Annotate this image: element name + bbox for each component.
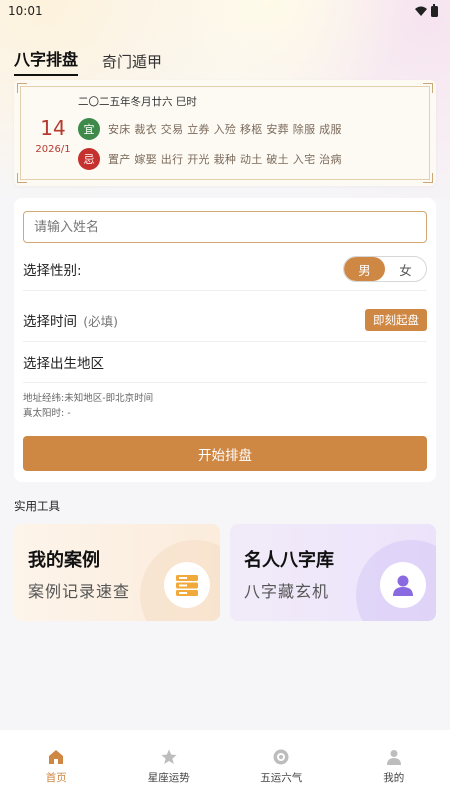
my-cases-card[interactable]: 我的案例 案例记录速查 bbox=[14, 524, 220, 621]
divider bbox=[23, 341, 427, 342]
almanac-card[interactable]: 14 2026/1 二〇二五年冬月廿六 巳时 宜 安床 裁衣 交易 立券 入殓 … bbox=[14, 80, 436, 186]
divider bbox=[23, 290, 427, 291]
nav-label: 五运六气 bbox=[260, 772, 303, 784]
gender-label: 选择性别: bbox=[23, 263, 82, 279]
tool-title: 名人八字库 bbox=[244, 550, 334, 571]
status-icons bbox=[415, 3, 438, 17]
yi-row: 宜 安床 裁衣 交易 立券 入殓 移柩 安葬 除服 成服 bbox=[78, 118, 342, 140]
name-input[interactable] bbox=[23, 211, 427, 243]
gender-row: 选择性别: 男 女 bbox=[23, 254, 427, 284]
date-year-month: 2026/1 bbox=[35, 144, 71, 155]
place-label: 选择出生地区 bbox=[23, 356, 104, 372]
date-block: 14 2026/1 bbox=[28, 116, 78, 155]
ji-row: 忌 置产 嫁娶 出行 开光 栽种 动土 破土 入宅 治病 bbox=[78, 148, 342, 170]
ji-badge: 忌 bbox=[78, 148, 100, 170]
bottom-nav: 首页 星座运势 五运六气 我的 bbox=[0, 730, 450, 800]
corner-ornament bbox=[423, 83, 433, 93]
gender-male-option[interactable]: 男 bbox=[344, 257, 385, 281]
nav-label: 我的 bbox=[383, 772, 405, 784]
corner-ornament bbox=[17, 83, 27, 93]
corner-ornament bbox=[423, 173, 433, 183]
time-row[interactable]: 选择时间 (必填) 即刻起盘 bbox=[23, 304, 427, 336]
divider bbox=[23, 382, 427, 383]
tool-title: 我的案例 bbox=[28, 550, 100, 571]
cycle-icon bbox=[273, 749, 289, 765]
ji-text: 置产 嫁娶 出行 开光 栽种 动土 破土 入宅 治病 bbox=[108, 153, 342, 166]
tool-subtitle: 案例记录速查 bbox=[28, 582, 131, 601]
user-icon bbox=[386, 750, 401, 765]
status-bar: 10:01 bbox=[0, 0, 450, 22]
tab-qimen[interactable]: 奇门遁甲 bbox=[102, 51, 162, 76]
nav-label: 首页 bbox=[45, 772, 67, 784]
nav-wuyun[interactable]: 五运六气 bbox=[225, 730, 338, 800]
yi-text: 安床 裁衣 交易 立券 入殓 移柩 安葬 除服 成服 bbox=[108, 123, 342, 136]
bazi-form-card: 选择性别: 男 女 选择时间 (必填) 即刻起盘 选择出生地区 地址经纬:未知地… bbox=[14, 198, 436, 482]
corner-ornament bbox=[17, 173, 27, 183]
top-tabs: 八字排盘 奇门遁甲 bbox=[14, 46, 162, 76]
star-icon bbox=[161, 749, 177, 764]
time-label: 选择时间 bbox=[23, 314, 77, 330]
instant-chart-button[interactable]: 即刻起盘 bbox=[365, 309, 427, 331]
server-stack-icon bbox=[164, 562, 210, 608]
time-required-hint: (必填) bbox=[83, 314, 119, 329]
gender-female-option[interactable]: 女 bbox=[385, 257, 426, 281]
nav-home[interactable]: 首页 bbox=[0, 730, 113, 800]
tab-bazi[interactable]: 八字排盘 bbox=[14, 46, 79, 76]
celebrity-bazi-card[interactable]: 名人八字库 八字藏玄机 bbox=[230, 524, 436, 621]
gender-toggle[interactable]: 男 女 bbox=[343, 256, 427, 282]
start-chart-button[interactable]: 开始排盘 bbox=[23, 436, 427, 471]
status-time: 10:01 bbox=[8, 4, 43, 18]
date-day: 14 bbox=[40, 116, 66, 140]
nav-label: 星座运势 bbox=[147, 772, 190, 784]
home-icon bbox=[49, 750, 64, 764]
solar-time-note: 真太阳时: - bbox=[23, 408, 71, 419]
tool-subtitle: 八字藏玄机 bbox=[244, 582, 330, 601]
place-row[interactable]: 选择出生地区 bbox=[23, 346, 427, 378]
wifi-icon bbox=[415, 6, 427, 16]
address-note: 地址经纬:未知地区-即北京时间 bbox=[23, 393, 154, 404]
battery-icon bbox=[431, 3, 438, 17]
nav-horoscope[interactable]: 星座运势 bbox=[113, 730, 226, 800]
time-label-group: 选择时间 (必填) bbox=[23, 310, 118, 330]
tools-section-title: 实用工具 bbox=[14, 499, 60, 513]
person-icon bbox=[380, 562, 426, 608]
nav-profile[interactable]: 我的 bbox=[338, 730, 450, 800]
yi-badge: 宜 bbox=[78, 118, 100, 140]
lunar-date: 二〇二五年冬月廿六 巳时 bbox=[78, 96, 197, 108]
